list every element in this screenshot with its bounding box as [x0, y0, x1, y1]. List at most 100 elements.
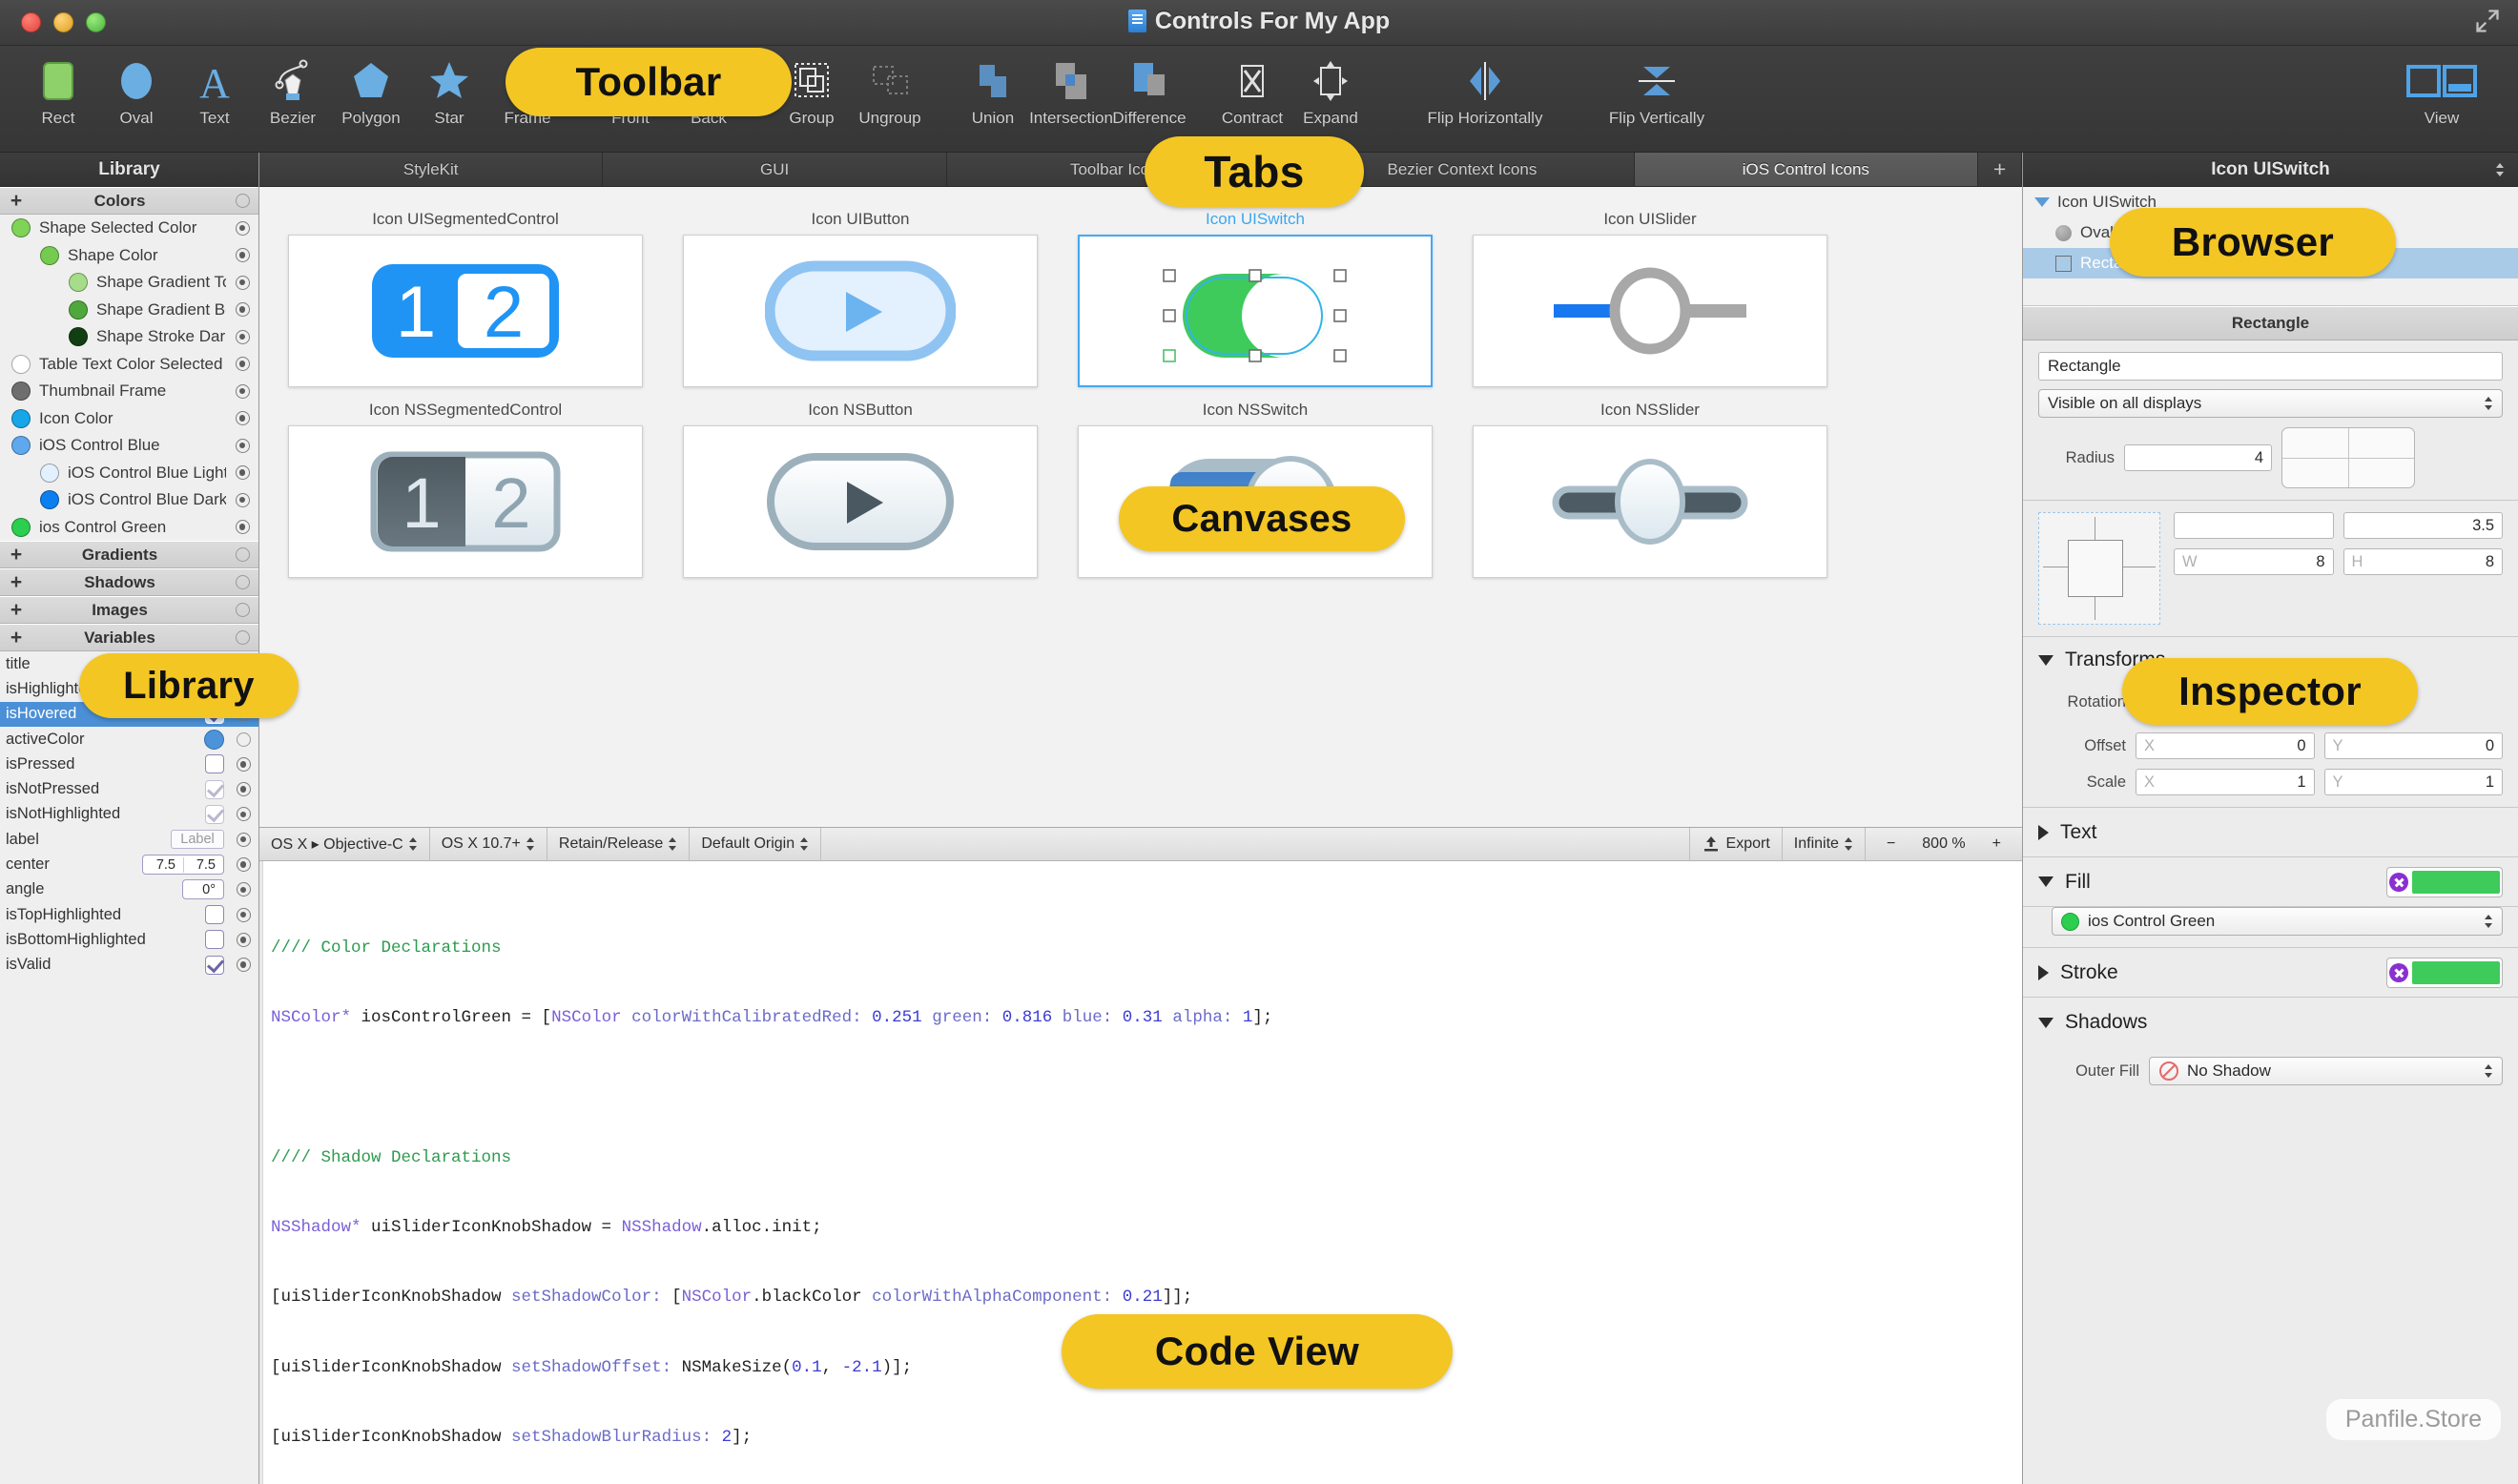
angle-value[interactable]: 0°: [183, 882, 223, 897]
code-editor[interactable]: //// Color Declarations NSColor* iosCont…: [259, 861, 2022, 1484]
tab-stylekit[interactable]: StyleKit: [259, 153, 604, 186]
list-item[interactable]: iOS Control Blue Darker: [0, 486, 258, 514]
list-item[interactable]: isPressed: [0, 752, 258, 776]
color-radio[interactable]: [226, 302, 258, 318]
library-group-variables[interactable]: + Variables: [0, 624, 258, 651]
checkbox[interactable]: [205, 930, 224, 950]
toolbar-button-polygon[interactable]: Polygon: [332, 52, 410, 128]
toolbar-button-text[interactable]: A Text: [175, 52, 254, 128]
group-radio[interactable]: [226, 630, 258, 645]
canvas-box[interactable]: [1078, 235, 1433, 387]
variable-value[interactable]: [205, 905, 228, 925]
list-item[interactable]: iOS Control Blue Light: [0, 460, 258, 487]
canvas-cell-ns-button[interactable]: Icon NSButton: [683, 401, 1038, 578]
disclosure-triangle-icon[interactable]: [2038, 1017, 2054, 1028]
list-item[interactable]: center 7.5 7.5: [0, 852, 258, 876]
variable-radio[interactable]: [228, 732, 258, 747]
list-item[interactable]: isNotHighlighted: [0, 802, 258, 827]
fill-section-header[interactable]: Fill: [2023, 857, 2518, 907]
visibility-popup[interactable]: Visible on all displays: [2038, 389, 2503, 418]
canvas-cell-ns-segmented[interactable]: Icon NSSegmentedControl 1 2: [288, 401, 643, 578]
variable-value[interactable]: [204, 729, 228, 750]
disclosure-triangle-icon[interactable]: [2034, 197, 2050, 207]
canvas-box[interactable]: [1473, 235, 1827, 387]
canvas-box[interactable]: [683, 235, 1038, 387]
text-section-header[interactable]: Text: [2023, 808, 2518, 857]
point-x[interactable]: 7.5: [143, 857, 183, 873]
group-radio[interactable]: [226, 194, 258, 208]
group-radio[interactable]: [226, 575, 258, 589]
canvas-cell-ui-segmented[interactable]: Icon UISegmentedControl 1 2: [288, 210, 643, 387]
color-well[interactable]: [204, 729, 224, 750]
canvas-box[interactable]: [683, 425, 1038, 578]
list-item[interactable]: ios Control Green: [0, 514, 258, 542]
color-radio[interactable]: [226, 275, 258, 290]
scaling-popup[interactable]: Infinite: [1783, 828, 1866, 860]
toolbar-button-ungroup[interactable]: Ungroup: [851, 52, 929, 128]
os-version-popup[interactable]: OS X 10.7+: [430, 828, 547, 860]
variable-value[interactable]: [205, 804, 228, 824]
toolbar-button-rect[interactable]: Rect: [19, 52, 97, 128]
anchor-geometry-icon[interactable]: [2038, 512, 2160, 625]
height-input[interactable]: H 8: [2343, 548, 2503, 575]
origin-popup[interactable]: Default Origin: [690, 828, 822, 860]
library-group-images[interactable]: + Images: [0, 596, 258, 624]
code-toolbar[interactable]: OS X ▸ Objective-C OS X 10.7+ Retain/Rel…: [259, 827, 2022, 861]
disclosure-triangle-icon[interactable]: [2038, 824, 2049, 840]
variable-value[interactable]: [205, 754, 228, 774]
list-item[interactable]: Shape Stroke Darker: [0, 323, 258, 351]
list-item[interactable]: Shape Selected Color: [0, 215, 258, 242]
color-radio[interactable]: [226, 465, 258, 481]
list-item[interactable]: angle 0°: [0, 877, 258, 902]
variable-value[interactable]: [205, 930, 228, 950]
variable-radio[interactable]: [228, 857, 258, 873]
variable-radio[interactable]: [228, 882, 258, 897]
list-item[interactable]: isValid: [0, 953, 258, 978]
checkbox[interactable]: [205, 905, 224, 925]
disclosure-triangle-icon[interactable]: [2038, 964, 2049, 980]
variable-radio[interactable]: [228, 958, 258, 973]
outer-fill-popup[interactable]: No Shadow: [2149, 1057, 2503, 1085]
toolbar-button-oval[interactable]: Oval: [97, 52, 175, 128]
zoom-out-button[interactable]: −: [1877, 835, 1905, 853]
list-item[interactable]: Shape Gradient Top: [0, 269, 258, 297]
fill-swatch[interactable]: [2412, 870, 2500, 894]
color-radio[interactable]: [226, 220, 258, 236]
stroke-section-header[interactable]: Stroke: [2023, 948, 2518, 998]
offset-x-input[interactable]: X0: [2136, 732, 2315, 759]
point-input[interactable]: 7.5 7.5: [142, 855, 224, 876]
position-y-input[interactable]: 3.5: [2343, 512, 2503, 539]
scale-y-input[interactable]: Y1: [2323, 769, 2503, 795]
checkbox[interactable]: [205, 754, 224, 774]
toolbar-button-contract[interactable]: Contract: [1213, 52, 1291, 128]
toolbar-button-difference[interactable]: Difference: [1110, 52, 1188, 128]
tab-gui[interactable]: GUI: [603, 153, 947, 186]
text-input[interactable]: Label: [171, 830, 224, 850]
position-x-input[interactable]: [2174, 512, 2334, 539]
color-radio[interactable]: [226, 411, 258, 426]
variable-value[interactable]: 7.5 7.5: [142, 855, 228, 876]
toolbar-button-star[interactable]: Star: [410, 52, 488, 128]
variable-value[interactable]: [205, 955, 228, 975]
toolbar-button-union[interactable]: Union: [954, 52, 1032, 128]
fill-color-popup[interactable]: ios Control Green: [2052, 907, 2503, 936]
tab-ios-control-icons[interactable]: iOS Control Icons: [1634, 153, 1979, 186]
canvas-box[interactable]: 1 2: [288, 235, 643, 387]
color-radio[interactable]: [226, 492, 258, 507]
add-tab-button[interactable]: +: [1978, 153, 2023, 186]
variable-value[interactable]: 0°: [182, 879, 228, 900]
corner-selector[interactable]: [2281, 427, 2415, 488]
disclosure-triangle-icon[interactable]: [2038, 876, 2054, 887]
list-item[interactable]: Shape Gradient Bottom: [0, 297, 258, 324]
library-group-colors[interactable]: + Colors: [0, 187, 258, 215]
canvas-cell-ui-slider[interactable]: Icon UISlider: [1473, 210, 1827, 387]
chevron-updown-icon[interactable]: [2496, 162, 2505, 177]
clear-stroke-icon[interactable]: [2389, 962, 2408, 982]
number-input[interactable]: 0°: [182, 879, 224, 900]
variable-radio[interactable]: [228, 832, 258, 847]
list-item[interactable]: activeColor: [0, 727, 258, 752]
fullscreen-icon[interactable]: [2474, 8, 2501, 34]
list-item[interactable]: isBottomHighlighted: [0, 927, 258, 952]
library-group-gradients[interactable]: + Gradients: [0, 541, 258, 568]
variable-radio[interactable]: [228, 782, 258, 797]
